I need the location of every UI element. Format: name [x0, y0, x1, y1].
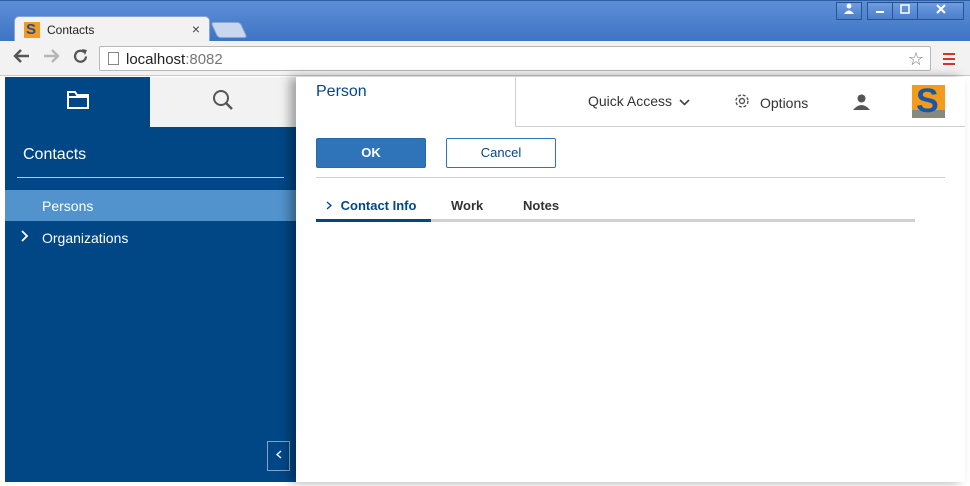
- chevron-right-icon[interactable]: [21, 229, 29, 245]
- form-tab-bar: Contact Info Work Notes: [316, 191, 915, 222]
- collapse-sidebar-button[interactable]: [267, 441, 290, 471]
- application: Contacts Persons Organizations Person Qu…: [5, 77, 965, 482]
- close-icon[interactable]: [917, 2, 964, 20]
- forward-icon[interactable]: [42, 48, 60, 68]
- quick-access-menu[interactable]: Quick Access: [588, 93, 690, 109]
- app-logo: S: [912, 85, 945, 118]
- browser-tab[interactable]: S Contacts ×: [14, 16, 210, 43]
- options-menu[interactable]: Options: [734, 93, 808, 112]
- chevron-left-icon: [275, 450, 282, 462]
- page-icon: [108, 52, 119, 65]
- form-title: Person: [316, 83, 367, 100]
- cancel-button[interactable]: Cancel: [446, 138, 556, 168]
- sidebar-heading: Contacts: [23, 146, 87, 163]
- back-icon[interactable]: [13, 48, 31, 68]
- search-icon: [212, 89, 234, 116]
- ok-button[interactable]: OK: [316, 138, 426, 168]
- active-tab-indicator: [316, 219, 431, 222]
- tab-contact-info[interactable]: Contact Info: [326, 198, 416, 213]
- sidebar-item-label: Organizations: [42, 230, 129, 246]
- sidebar-item-organizations[interactable]: Organizations: [5, 222, 296, 253]
- chevron-right-icon: [326, 198, 336, 213]
- minimize-icon[interactable]: [867, 2, 893, 20]
- tab-close-icon[interactable]: ×: [192, 21, 200, 37]
- gear-icon: [734, 93, 750, 112]
- sidebar-divider: [17, 177, 284, 178]
- folder-icon: [66, 90, 90, 115]
- browser-titlebar: S Contacts ×: [0, 0, 970, 43]
- address-bar[interactable]: localhost:8082 ☆: [99, 46, 931, 71]
- sidebar-tab-search[interactable]: [150, 77, 296, 127]
- url-text: localhost:8082: [126, 51, 223, 68]
- form-divider: [316, 177, 945, 178]
- app-favicon-icon: S: [24, 21, 40, 38]
- sidebar: Contacts Persons Organizations: [5, 77, 296, 482]
- options-label: Options: [760, 94, 809, 111]
- browser-menu-icon[interactable]: [943, 53, 955, 65]
- reload-icon[interactable]: [72, 48, 89, 69]
- new-tab-button[interactable]: [210, 22, 248, 38]
- header-toolbar: Quick Access Options S: [515, 77, 965, 127]
- sidebar-item-persons[interactable]: Persons: [5, 190, 296, 221]
- tab-title: Contacts: [47, 23, 95, 37]
- main-content: Person Quick Access Options S OK Cancel …: [296, 77, 965, 482]
- user-menu-icon[interactable]: [853, 94, 870, 110]
- sidebar-item-label: Persons: [42, 198, 94, 214]
- quick-access-label: Quick Access: [588, 93, 673, 109]
- tab-notes[interactable]: Notes: [523, 198, 559, 213]
- sidebar-tab-outline[interactable]: [5, 77, 150, 127]
- bookmark-star-icon[interactable]: ☆: [908, 49, 924, 69]
- maximize-icon[interactable]: [892, 2, 918, 20]
- tab-work[interactable]: Work: [451, 198, 483, 213]
- window-controls: [836, 2, 964, 20]
- user-icon[interactable]: [836, 2, 862, 20]
- chevron-down-icon: [679, 93, 690, 109]
- browser-toolbar: localhost:8082 ☆: [0, 41, 970, 76]
